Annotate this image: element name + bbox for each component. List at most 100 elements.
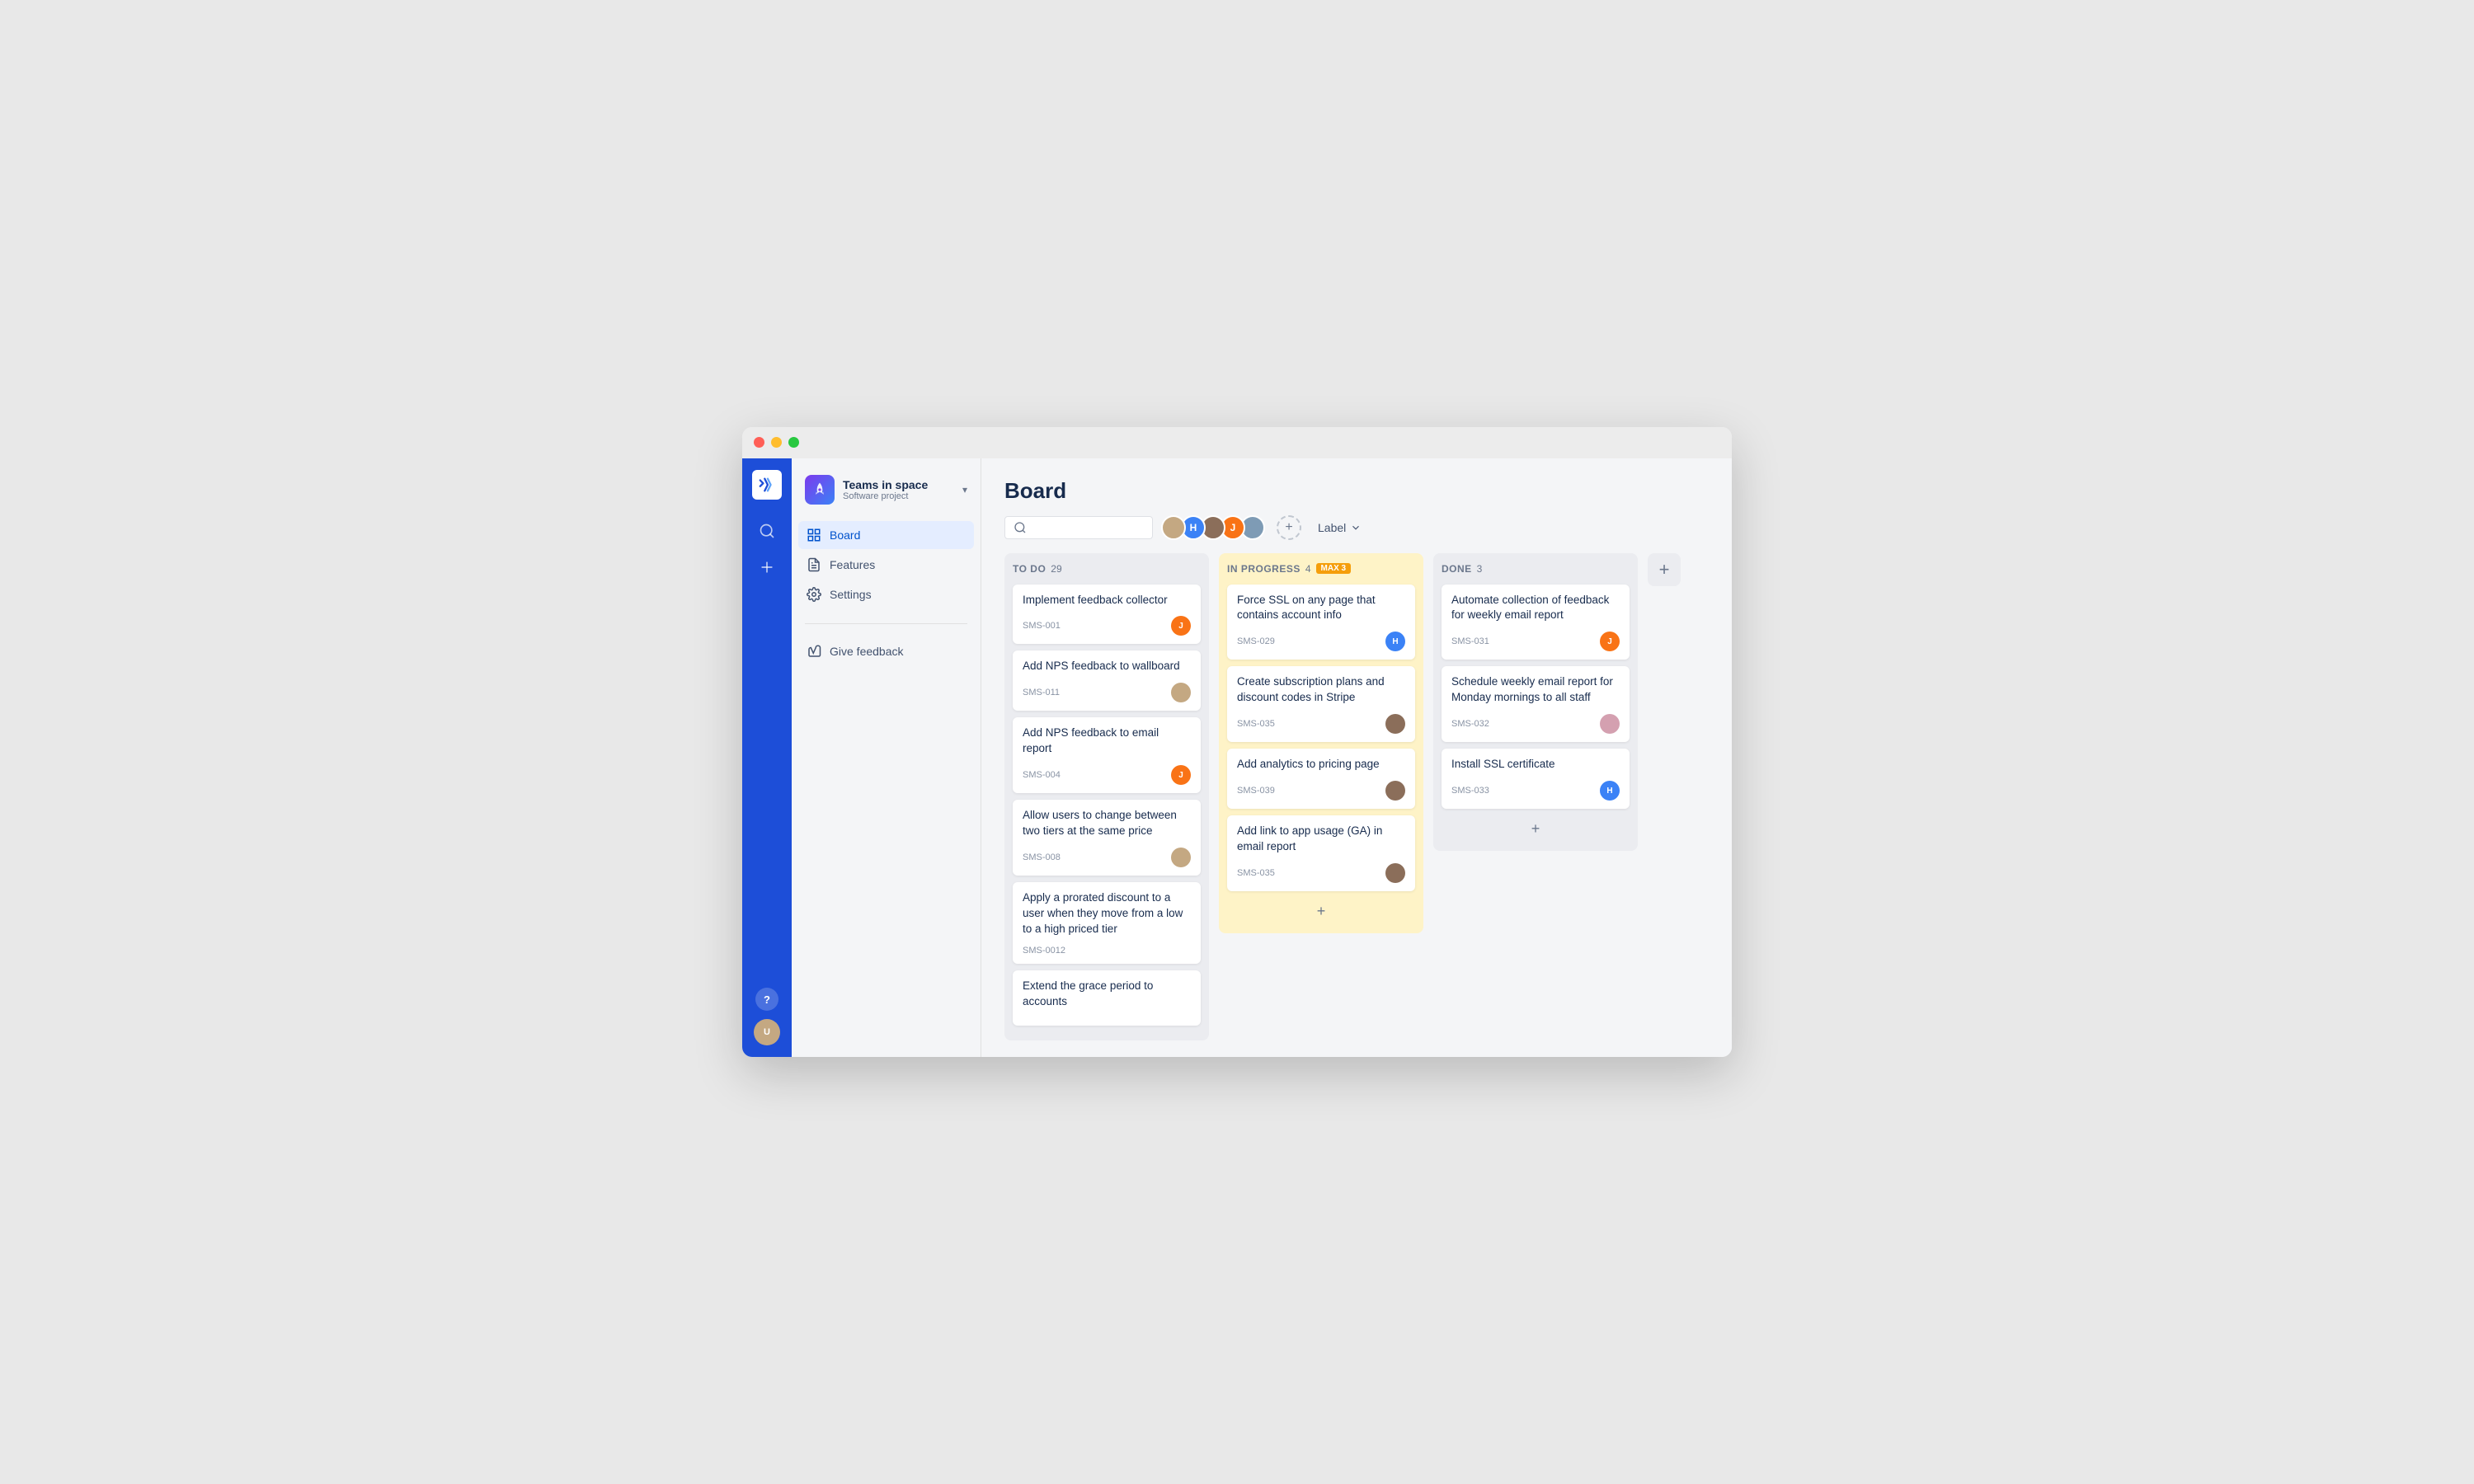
main-content: Board H J xyxy=(981,458,1732,1058)
card-sms039-id: SMS-039 xyxy=(1237,786,1275,796)
settings-nav-label: Settings xyxy=(830,588,872,601)
todo-column: TO DO 29 Implement feedback collector SM… xyxy=(1004,553,1209,1041)
card-sms035a-title: Create subscription plans and discount c… xyxy=(1237,674,1405,706)
card-sms033-title: Install SSL certificate xyxy=(1451,757,1620,773)
card-sms008-id: SMS-008 xyxy=(1023,852,1061,862)
board-toolbar: H J + Label xyxy=(1004,515,1709,540)
sidebar-divider xyxy=(805,623,967,624)
card-sms033-id: SMS-033 xyxy=(1451,786,1489,796)
project-icon xyxy=(805,475,835,505)
search-icon-btn[interactable] xyxy=(752,516,782,546)
card-sms001-footer: SMS-001 J xyxy=(1023,616,1191,636)
card-sms029[interactable]: Force SSL on any page that contains acco… xyxy=(1227,585,1415,660)
maximize-btn[interactable] xyxy=(788,437,799,448)
card-sms032-footer: SMS-032 xyxy=(1451,714,1620,734)
done-column-title: DONE xyxy=(1442,563,1472,575)
give-feedback-label: Give feedback xyxy=(830,645,904,658)
sidebar-item-features[interactable]: Features xyxy=(798,551,974,579)
label-filter-btn[interactable]: Label xyxy=(1310,517,1370,538)
inprogress-column-title: IN PROGRESS xyxy=(1227,563,1300,575)
card-sms032[interactable]: Schedule weekly email report for Monday … xyxy=(1442,666,1630,742)
project-chevron-icon: ▾ xyxy=(962,484,967,495)
sidebar-item-board[interactable]: Board xyxy=(798,521,974,549)
app-logo xyxy=(752,470,782,500)
card-sms039-footer: SMS-039 xyxy=(1237,781,1405,801)
icon-sidebar: ? U xyxy=(742,458,792,1058)
card-sms008[interactable]: Allow users to change between two tiers … xyxy=(1013,800,1201,876)
card-sms011-id: SMS-011 xyxy=(1023,688,1060,697)
member-avatar-1[interactable] xyxy=(1161,515,1186,540)
card-sms008-avatar xyxy=(1171,848,1191,867)
chevron-down-icon xyxy=(1350,522,1362,533)
give-feedback-btn[interactable]: Give feedback xyxy=(792,637,981,665)
card-sms001-id: SMS-001 xyxy=(1023,621,1061,631)
titlebar xyxy=(742,427,1732,458)
card-sms008-footer: SMS-008 xyxy=(1023,848,1191,867)
card-sms011-title: Add NPS feedback to wallboard xyxy=(1023,659,1191,674)
card-sms001-title: Implement feedback collector xyxy=(1023,593,1191,608)
user-avatar-icon[interactable]: U xyxy=(754,1019,780,1045)
done-column: DONE 3 Automate collection of feedback f… xyxy=(1433,553,1638,851)
member-avatars: H J xyxy=(1161,515,1265,540)
done-column-count: 3 xyxy=(1477,563,1483,575)
card-sms031-id: SMS-031 xyxy=(1451,636,1489,646)
add-column-btn[interactable]: + xyxy=(1648,553,1681,586)
card-sms008-title: Allow users to change between two tiers … xyxy=(1023,808,1191,839)
card-sms004-title: Add NPS feedback to email report xyxy=(1023,726,1191,757)
card-sms029-title: Force SSL on any page that contains acco… xyxy=(1237,593,1405,624)
card-sms0012[interactable]: Apply a prorated discount to a user when… xyxy=(1013,882,1201,964)
card-sms011[interactable]: Add NPS feedback to wallboard SMS-011 xyxy=(1013,650,1201,711)
card-sms035a-id: SMS-035 xyxy=(1237,719,1275,729)
project-sidebar: Teams in space Software project ▾ Board xyxy=(792,458,981,1058)
help-button[interactable]: ? xyxy=(755,988,778,1011)
sidebar-item-settings[interactable]: Settings xyxy=(798,580,974,608)
label-btn-text: Label xyxy=(1318,521,1346,534)
card-sms0012-id: SMS-0012 xyxy=(1023,946,1065,956)
add-member-btn[interactable]: + xyxy=(1277,515,1301,540)
done-column-header: DONE 3 xyxy=(1442,561,1630,576)
card-grace[interactable]: Extend the grace period to accounts xyxy=(1013,970,1201,1026)
card-sms033-avatar: H xyxy=(1600,781,1620,801)
add-icon-btn[interactable] xyxy=(752,552,782,582)
search-bar[interactable] xyxy=(1004,516,1153,539)
card-sms031-footer: SMS-031 J xyxy=(1451,632,1620,651)
done-add-btn[interactable]: + xyxy=(1442,815,1630,843)
card-sms035b-id: SMS-035 xyxy=(1237,868,1275,878)
search-icon xyxy=(1014,521,1027,534)
minimize-btn[interactable] xyxy=(771,437,782,448)
card-sms032-avatar xyxy=(1600,714,1620,734)
card-sms029-id: SMS-029 xyxy=(1237,636,1275,646)
card-sms035a[interactable]: Create subscription plans and discount c… xyxy=(1227,666,1415,742)
card-sms035b-avatar xyxy=(1385,863,1405,883)
todo-column-count: 29 xyxy=(1051,563,1061,575)
inprogress-column-header: IN PROGRESS 4 MAX 3 xyxy=(1227,561,1415,576)
features-nav-label: Features xyxy=(830,558,875,571)
app-body: ? U Teams in space Software project xyxy=(742,458,1732,1058)
card-sms035b-title: Add link to app usage (GA) in email repo… xyxy=(1237,824,1405,855)
inprogress-column-count: 4 xyxy=(1305,563,1311,575)
project-type: Software project xyxy=(843,491,954,501)
card-sms039-title: Add analytics to pricing page xyxy=(1237,757,1405,773)
card-sms035b-footer: SMS-035 xyxy=(1237,863,1405,883)
search-input[interactable] xyxy=(1032,521,1139,533)
app-window: ? U Teams in space Software project xyxy=(742,427,1732,1058)
inprogress-column: IN PROGRESS 4 MAX 3 Force SSL on any pag… xyxy=(1219,553,1423,933)
card-sms004-id: SMS-004 xyxy=(1023,770,1061,780)
card-sms031-avatar: J xyxy=(1600,632,1620,651)
close-btn[interactable] xyxy=(754,437,764,448)
card-sms033[interactable]: Install SSL certificate SMS-033 H xyxy=(1442,749,1630,809)
card-sms004[interactable]: Add NPS feedback to email report SMS-004… xyxy=(1013,717,1201,793)
card-sms001[interactable]: Implement feedback collector SMS-001 J xyxy=(1013,585,1201,645)
card-sms035b[interactable]: Add link to app usage (GA) in email repo… xyxy=(1227,815,1415,891)
card-sms029-footer: SMS-029 H xyxy=(1237,632,1405,651)
card-sms035a-footer: SMS-035 xyxy=(1237,714,1405,734)
todo-column-title: TO DO xyxy=(1013,563,1046,575)
project-name: Teams in space xyxy=(843,478,954,491)
inprogress-add-btn[interactable]: + xyxy=(1227,898,1415,925)
card-sms039[interactable]: Add analytics to pricing page SMS-039 xyxy=(1227,749,1415,809)
board-columns: TO DO 29 Implement feedback collector SM… xyxy=(981,553,1732,1058)
project-header[interactable]: Teams in space Software project ▾ xyxy=(792,468,981,518)
card-sms032-title: Schedule weekly email report for Monday … xyxy=(1451,674,1620,706)
todo-column-header: TO DO 29 xyxy=(1013,561,1201,576)
card-sms031[interactable]: Automate collection of feedback for week… xyxy=(1442,585,1630,660)
